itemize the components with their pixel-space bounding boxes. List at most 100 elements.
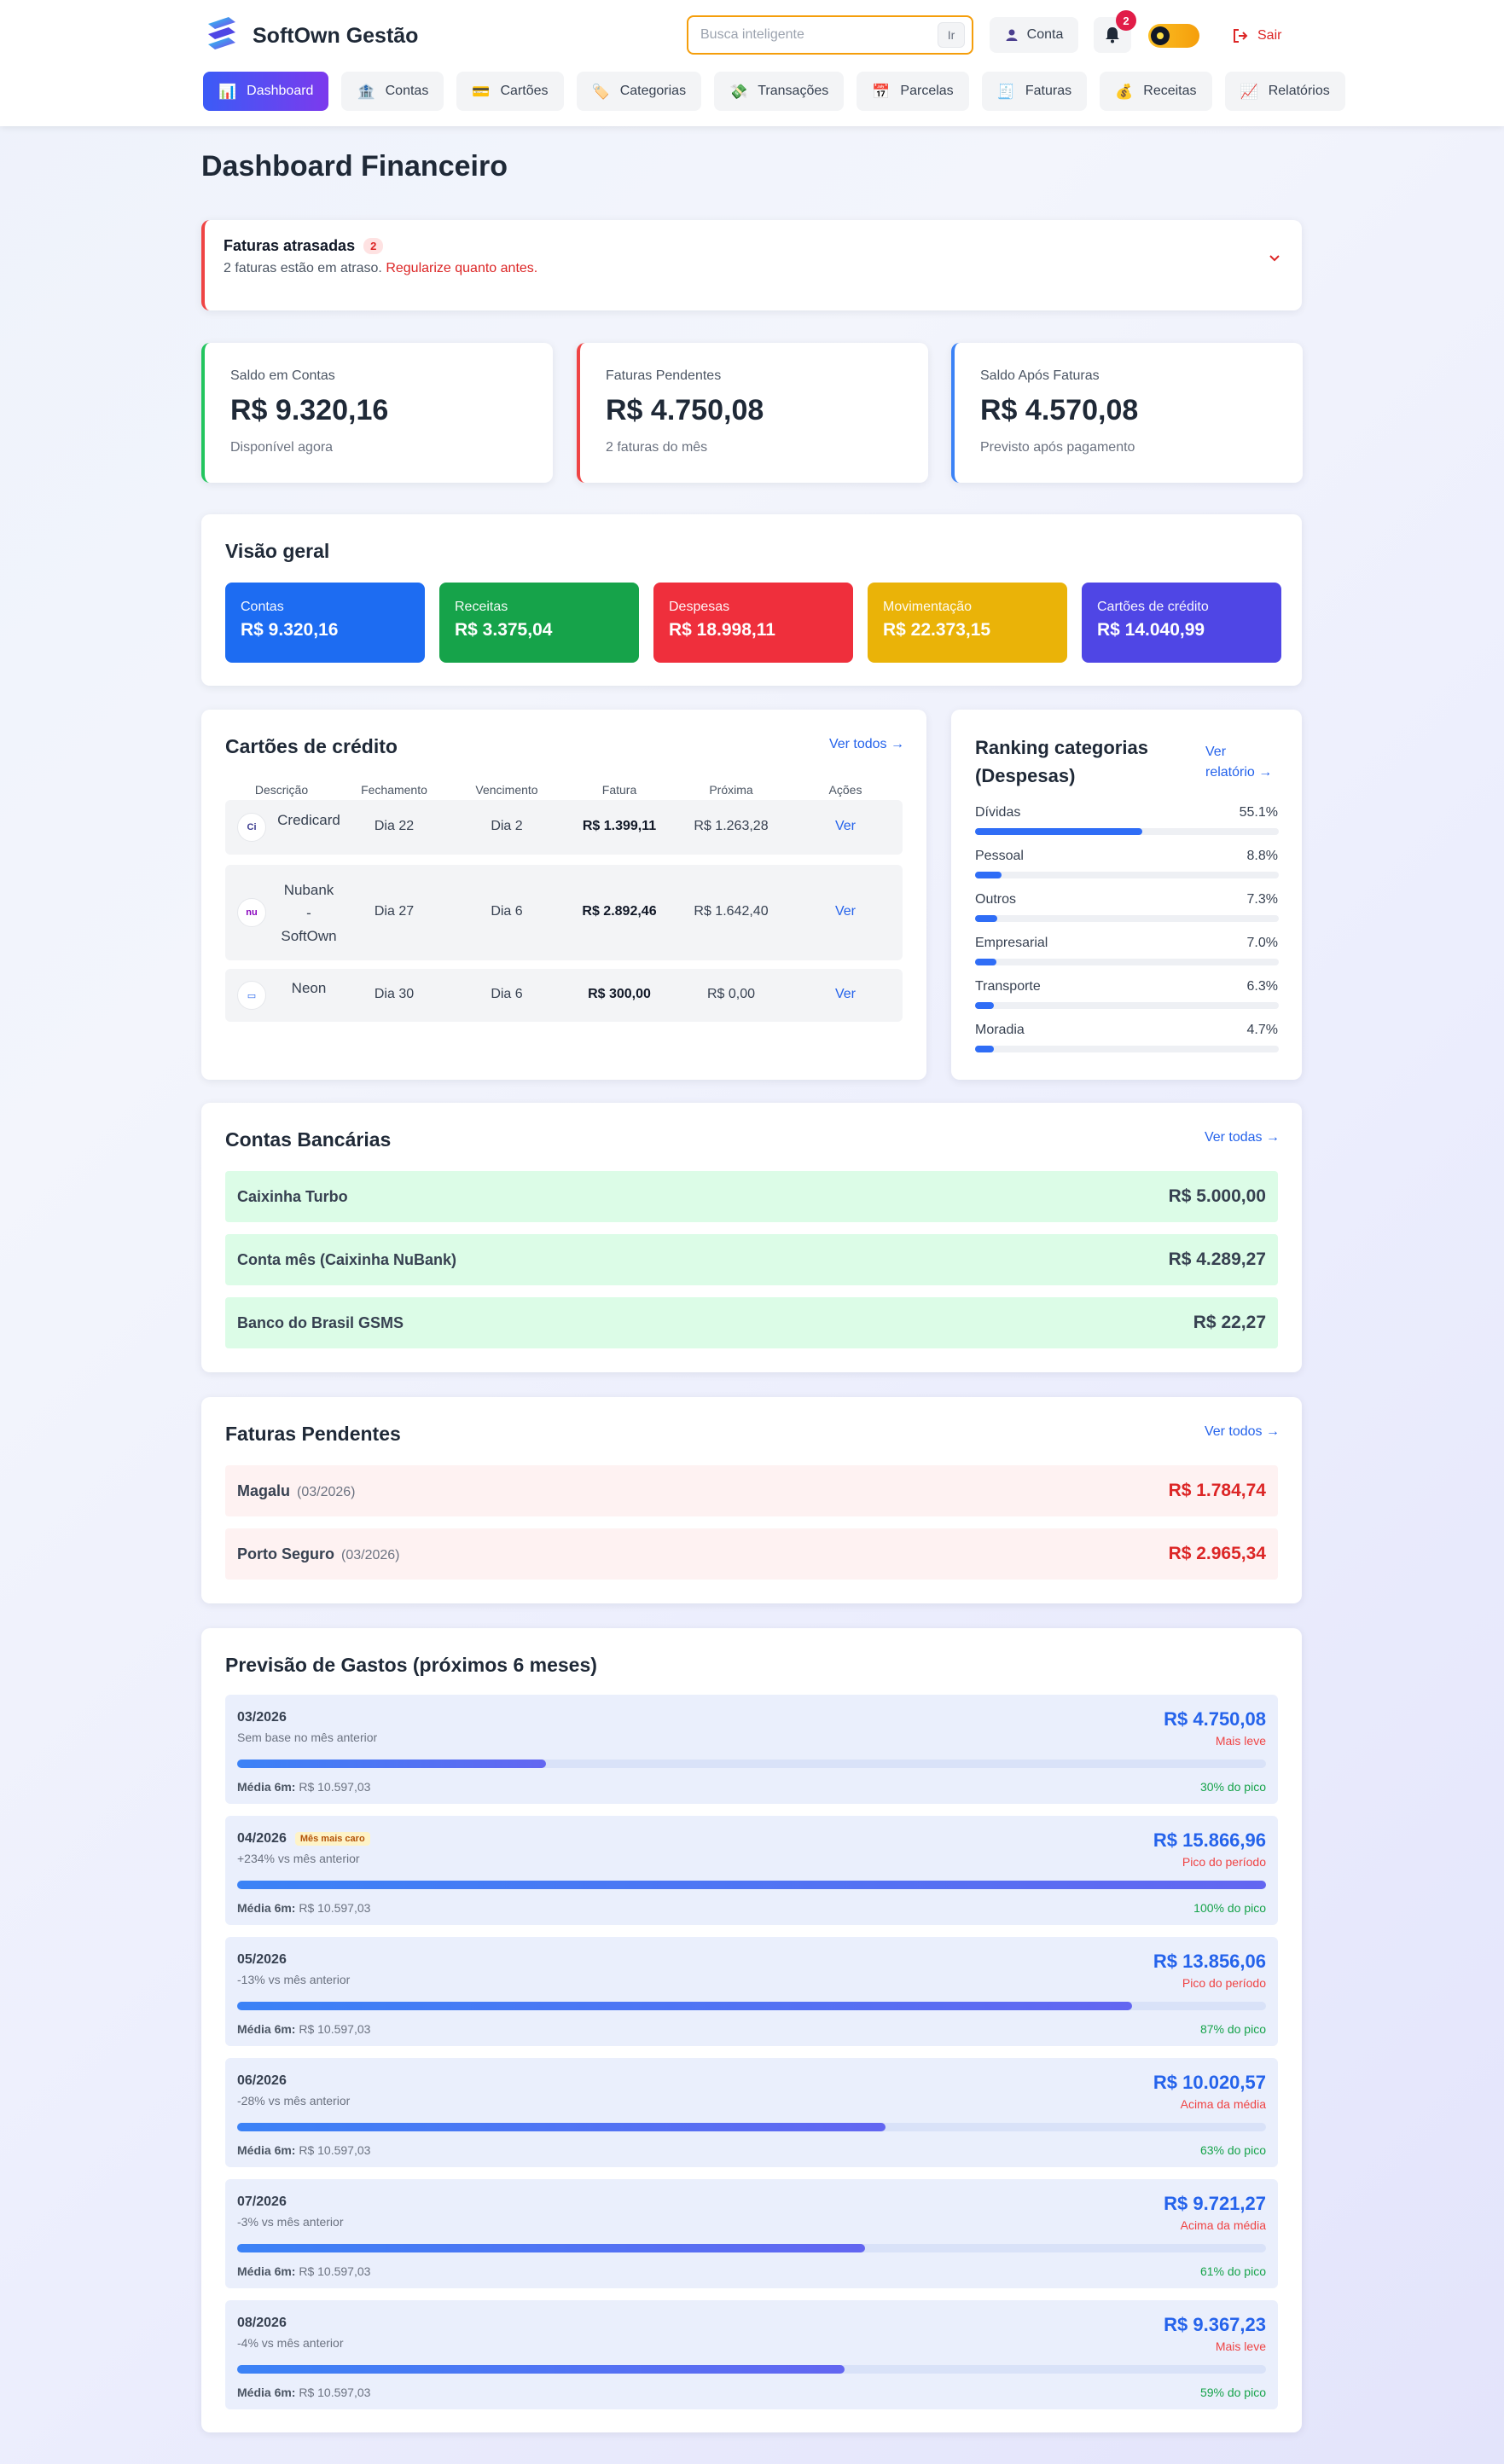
nav-item-parcelas[interactable]: 📅 Parcelas — [857, 72, 969, 111]
ranking-link-line1: Ver — [1205, 745, 1227, 759]
bank-account-row[interactable]: Conta mês (Caixinha NuBank) R$ 4.289,27 — [225, 1234, 1278, 1285]
notifications-button[interactable]: 2 — [1094, 10, 1136, 53]
bank-accounts-card: Contas Bancárias Ver todas → Caixinha Tu… — [201, 1103, 1302, 1372]
invoice-name-text: Porto Seguro — [237, 1545, 335, 1562]
ranking-report-link[interactable]: Ver relatório → — [1205, 742, 1272, 783]
account-button[interactable]: Conta — [990, 17, 1078, 53]
ranking-percent: 6.3% — [1246, 979, 1278, 994]
forecast-progress-bar — [237, 2365, 1266, 2374]
table-header: Fatura — [601, 783, 637, 797]
nav-item-contas[interactable]: 🏦 Contas — [341, 72, 444, 111]
forecast-value: R$ 9.367,23 — [1164, 2314, 1266, 2335]
nav-label: Dashboard — [247, 84, 314, 98]
card-action[interactable]: Ver — [794, 987, 897, 1002]
pending-invoice-row[interactable]: Magalu (03/2026) R$ 1.784,74 — [225, 1465, 1278, 1516]
forecast-average-value: R$ 10.597,03 — [299, 2386, 371, 2399]
nav-icon: 🏦 — [357, 83, 375, 100]
forecast-change: -28% vs mês anterior — [237, 2094, 351, 2107]
card-name: Nubank - SoftOwn — [268, 878, 350, 948]
bank-accounts-view-all-link[interactable]: Ver todas → — [1205, 1130, 1280, 1145]
nav-label: Receitas — [1143, 84, 1197, 98]
card-next: R$ 0,00 — [706, 987, 756, 1001]
alert-description: 2 faturas estão em atraso. Regularize qu… — [224, 261, 537, 276]
forecast-average-label: Média 6m: — [237, 2264, 296, 2278]
ranking-title: Ranking categorias (Despesas) — [975, 733, 1148, 790]
nav-label: Categorias — [619, 84, 687, 98]
stat-subtitle: 2 faturas do mês — [606, 440, 708, 455]
forecast-note: Acima da média — [1180, 2097, 1266, 2111]
card-name-line: Nubank — [283, 882, 334, 898]
bank-account-name: Caixinha Turbo — [237, 1188, 348, 1205]
stat-label: Saldo em Contas — [230, 368, 335, 383]
overdue-invoices-alert[interactable]: Faturas atrasadas 2 2 faturas estão em a… — [201, 220, 1302, 310]
forecast-average-label: Média 6m: — [237, 2022, 296, 2036]
card-invoice: R$ 1.399,11 — [582, 819, 657, 833]
overview-tile-value: R$ 18.998,11 — [669, 620, 775, 640]
ranking-percent: 8.8% — [1246, 849, 1278, 863]
nav-item-cartões[interactable]: 💳 Cartões — [456, 72, 564, 111]
credit-cards-card: Cartões de crédito Ver todos → Descrição… — [201, 710, 926, 1080]
nav-label: Contas — [385, 84, 429, 98]
stat-card-balance-after: Saldo Após Faturas R$ 4.570,08 Previsto … — [951, 343, 1303, 483]
forecast-progress-fill — [237, 1881, 1266, 1889]
nav-item-receitas[interactable]: 💰 Receitas — [1100, 72, 1212, 111]
overview-tile-label: Despesas — [669, 600, 730, 614]
credit-cards-view-all-link[interactable]: Ver todos → — [829, 737, 904, 752]
ranking-label: Empresarial — [975, 936, 1048, 950]
overview-tile-label: Movimentação — [883, 600, 973, 614]
forecast-month: 06/2026 — [237, 2073, 287, 2089]
card-invoice: R$ 2.892,46 — [582, 904, 657, 919]
nav-item-transações[interactable]: 💸 Transações — [714, 72, 845, 111]
pending-invoice-row[interactable]: Porto Seguro (03/2026) R$ 2.965,34 — [225, 1528, 1278, 1580]
forecast-value: R$ 13.856,06 — [1153, 1951, 1266, 1972]
forecast-progress-bar — [237, 2244, 1266, 2252]
search-input[interactable] — [700, 27, 938, 43]
forecast-progress-fill — [237, 2244, 865, 2252]
chevron-down-icon[interactable] — [1268, 251, 1281, 264]
card-action[interactable]: Ver — [794, 904, 897, 919]
forecast-month: 08/2026 — [237, 2316, 287, 2331]
alert-desc-highlight: Regularize quanto antes. — [386, 261, 538, 275]
search-box: Ir — [687, 15, 973, 55]
ranking-title-line1: Ranking categorias — [975, 737, 1148, 758]
forecast-average: Média 6m: R$ 10.597,03 — [237, 1901, 370, 1915]
stat-value: R$ 9.320,16 — [230, 394, 389, 426]
card-name: Neon — [291, 980, 327, 996]
card-name: Credicard — [277, 812, 340, 828]
ranking-link-line2: relatório → — [1205, 765, 1273, 780]
stat-subtitle: Disponível agora — [230, 440, 334, 455]
nav-label: Transações — [758, 84, 829, 98]
bank-account-row[interactable]: Banco do Brasil GSMS R$ 22,27 — [225, 1297, 1278, 1348]
overview-tile-label: Receitas — [455, 600, 508, 614]
ranking-label: Outros — [975, 892, 1017, 907]
brand-name: SoftOwn Gestão — [253, 23, 419, 48]
category-ranking-card: Ranking categorias (Despesas) Ver relató… — [951, 710, 1302, 1080]
brand[interactable]: SoftOwn Gestão — [203, 15, 418, 56]
forecast-peak-percent: 30% do pico — [1199, 1780, 1266, 1794]
card-next: R$ 1.263,28 — [694, 819, 769, 833]
forecast-progress-bar — [237, 1760, 1266, 1768]
nav-item-relatórios[interactable]: 📈 Relatórios — [1224, 72, 1345, 111]
card-action[interactable]: Ver — [794, 819, 897, 834]
top-header: SoftOwn Gestão Ir Conta 2 Sair 📊 Dashboar… — [0, 0, 1504, 126]
alert-desc-text: 2 faturas estão em atraso. — [224, 261, 382, 275]
search-go-button[interactable]: Ir — [938, 22, 965, 48]
nav-item-dashboard[interactable]: 📊 Dashboard — [203, 72, 329, 111]
forecast-change: Sem base no mês anterior — [237, 1731, 378, 1744]
forecast-note: Pico do período — [1182, 1855, 1266, 1869]
invoice-amount: R$ 2.965,34 — [1168, 1544, 1266, 1563]
bank-account-row[interactable]: Caixinha Turbo R$ 5.000,00 — [225, 1171, 1278, 1222]
pending-invoices-view-all-link[interactable]: Ver todos → — [1205, 1424, 1280, 1440]
forecast-value: R$ 4.750,08 — [1164, 1708, 1266, 1730]
nav-item-categorias[interactable]: 🏷️ Categorias — [576, 72, 702, 111]
forecast-month: 04/2026 Mês mais caro — [237, 1831, 370, 1847]
logout-button[interactable]: Sair — [1232, 20, 1281, 51]
ranking-percent: 4.7% — [1246, 1023, 1278, 1037]
forecast-peak-percent: 87% do pico — [1199, 2022, 1266, 2036]
overview-tile: Movimentação R$ 22.373,15 — [868, 583, 1067, 663]
nav-item-faturas[interactable]: 🧾 Faturas — [981, 72, 1088, 111]
forecast-progress-bar — [237, 2123, 1266, 2131]
forecast-average: Média 6m: R$ 10.597,03 — [237, 2264, 370, 2278]
theme-toggle[interactable] — [1148, 24, 1199, 48]
forecast-progress-fill — [237, 2123, 886, 2131]
